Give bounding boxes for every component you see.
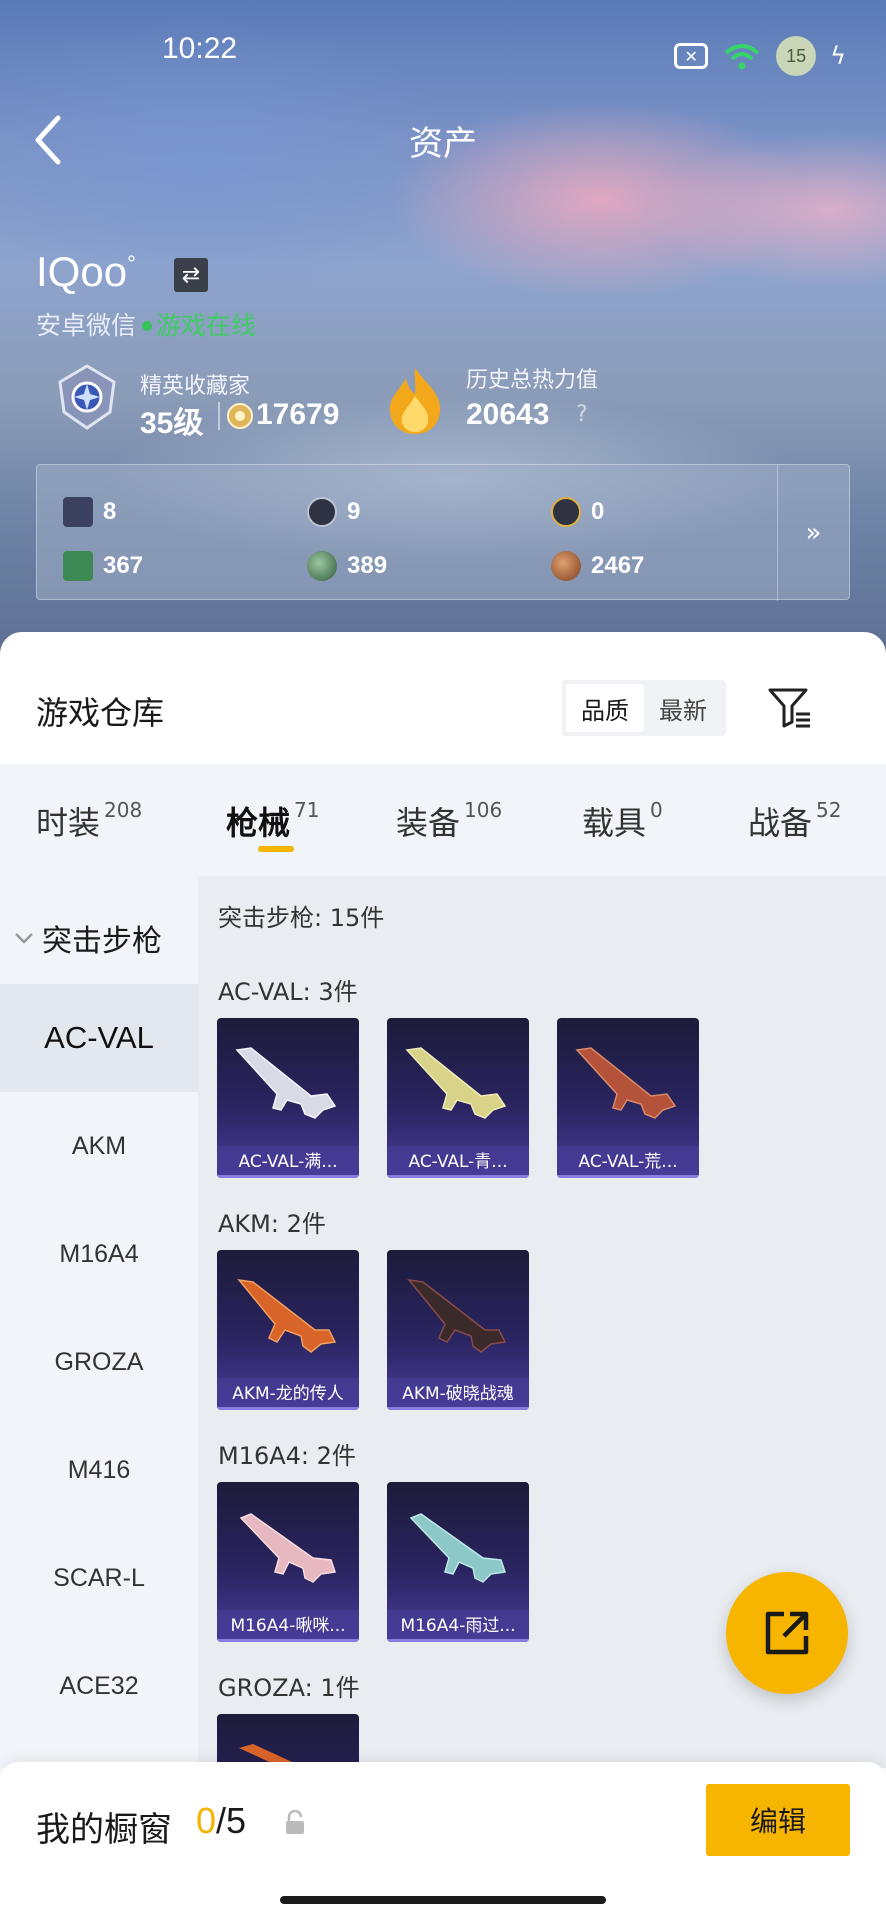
share-button[interactable] <box>726 1572 848 1694</box>
collector-badge-icon <box>58 364 116 430</box>
sort-latest[interactable]: 最新 <box>644 684 722 732</box>
sidebar-item-ac-val[interactable]: AC-VAL <box>0 984 198 1092</box>
weapon-name: AKM-龙的传人 <box>217 1378 359 1410</box>
active-tab-indicator <box>258 846 294 852</box>
status-time: 10:22 <box>162 32 238 65</box>
category-tabs: 时装 208 枪械 71 装备 106 载具 0 战备 52 <box>0 764 886 876</box>
sidebar-item-groza[interactable]: GROZA <box>0 1308 198 1416</box>
asset-item: 9 <box>307 497 360 527</box>
username: IQoo° <box>36 248 136 295</box>
weapon-sidebar: 突击步枪 AC-VAL AKM M16A4 GROZA M416 SCAR-L … <box>0 876 198 1768</box>
rifle-icon <box>409 1513 506 1583</box>
weapon-tile[interactable]: M16A4-雨过... <box>387 1482 529 1642</box>
weapon-tile[interactable]: AC-VAL-满... <box>217 1018 359 1178</box>
weapon-name: AC-VAL-满... <box>217 1146 359 1178</box>
help-icon[interactable]: ? <box>576 402 588 427</box>
rifle-icon <box>407 1278 507 1353</box>
showcase-count: 0/5 <box>196 1800 247 1841</box>
weapon-name: AC-VAL-荒... <box>557 1146 699 1178</box>
more-assets-button[interactable]: » <box>777 465 849 601</box>
page-title: 资产 <box>409 124 477 164</box>
asset-item: 8 <box>63 497 116 527</box>
warehouse-title: 游戏仓库 <box>36 694 165 732</box>
showcase-title: 我的橱窗 <box>36 1810 172 1850</box>
no-sim-icon: ✕ <box>674 43 709 69</box>
rifle-icon <box>235 1047 337 1119</box>
rifle-icon <box>405 1047 507 1119</box>
weapon-tile[interactable]: M16A4-啾咪... <box>217 1482 359 1642</box>
rifle-icon <box>575 1047 677 1119</box>
rank-title: 精英收藏家 <box>140 374 251 399</box>
sidebar-item-akm[interactable]: AKM <box>0 1092 198 1200</box>
section-title: AKM: 2件 <box>218 1210 326 1238</box>
online-status: 游戏在线 <box>156 311 257 340</box>
battery-icon: 15 <box>776 36 817 76</box>
sort-quality[interactable]: 品质 <box>566 684 644 732</box>
online-dot-icon <box>142 320 153 331</box>
warehouse-sheet: 游戏仓库 品质 最新 时装 208 枪械 71 装备 106 载具 0 战备 52 突击步… <box>0 632 886 1920</box>
green-card-icon <box>63 551 93 581</box>
coin-count: 17679 <box>256 398 340 431</box>
weapon-name: M16A4-啾咪... <box>217 1610 359 1642</box>
switch-account-icon[interactable]: ⇄ <box>174 258 208 292</box>
status-icons: ✕ 15 ϟ <box>674 36 846 76</box>
tab-supplies[interactable]: 战备 52 <box>748 798 841 844</box>
rank-level: 35级 <box>140 407 204 440</box>
wifi-icon <box>724 44 760 70</box>
weapon-tile[interactable]: AKM-破晓战魂 <box>387 1250 529 1410</box>
sidebar-group-assault-rifles[interactable]: 突击步枪 <box>14 916 162 960</box>
asset-summary-panel[interactable]: 8 9 0 367 389 2467 » <box>36 464 850 601</box>
rifle-icon <box>237 1278 337 1353</box>
charging-icon: ϟ <box>830 42 846 70</box>
bronze-coin-icon <box>551 551 581 581</box>
category-summary: 突击步枪: 15件 <box>218 904 385 932</box>
sidebar-item-scar-l[interactable]: SCAR-L <box>0 1524 198 1632</box>
tab-equipment[interactable]: 装备 106 <box>396 798 502 844</box>
weapon-name: AC-VAL-青... <box>387 1146 529 1178</box>
home-indicator <box>280 1896 606 1904</box>
gold-coin-icon <box>551 497 581 527</box>
asset-item: 0 <box>551 497 604 527</box>
tab-fashion[interactable]: 时装 208 <box>36 798 142 844</box>
sort-toggle: 品质 最新 <box>562 680 726 736</box>
weapon-name: AKM-破晓战魂 <box>387 1378 529 1410</box>
sidebar-item-m16a4[interactable]: M16A4 <box>0 1200 198 1308</box>
divider <box>218 402 220 430</box>
card-icon <box>63 497 93 527</box>
asset-item: 2467 <box>551 551 644 581</box>
section-title: GROZA: 1件 <box>218 1674 360 1702</box>
filter-icon[interactable] <box>766 684 812 730</box>
status-bar: 10:22 ✕ 15 ϟ <box>0 28 886 76</box>
section-title: M16A4: 2件 <box>218 1442 356 1470</box>
section-title: AC-VAL: 3件 <box>218 978 358 1006</box>
flame-icon <box>389 368 441 434</box>
weapon-tile[interactable]: AKM-龙的传人 <box>217 1250 359 1410</box>
sidebar-item-ace32[interactable]: ACE32 <box>0 1632 198 1740</box>
sidebar-item-m416[interactable]: M416 <box>0 1416 198 1524</box>
silver-coin-icon <box>307 497 337 527</box>
heat-title: 历史总热力值 <box>466 368 599 393</box>
tab-vehicles[interactable]: 载具 0 <box>582 798 663 844</box>
platform-label: 安卓微信 <box>36 311 137 340</box>
asset-item: 389 <box>307 551 387 581</box>
heat-value: 20643 <box>466 398 550 431</box>
edit-button[interactable]: 编辑 <box>706 1784 850 1856</box>
share-icon <box>765 1611 809 1655</box>
weapon-tile[interactable]: AC-VAL-荒... <box>557 1018 699 1178</box>
tab-firearms[interactable]: 枪械 71 <box>226 798 319 844</box>
weapon-name: M16A4-雨过... <box>387 1610 529 1642</box>
chevron-down-icon <box>15 933 33 944</box>
rifle-icon <box>239 1513 336 1583</box>
asset-item: 367 <box>63 551 143 581</box>
weapon-tile[interactable]: AC-VAL-青... <box>387 1018 529 1178</box>
green-orb-icon <box>307 551 337 581</box>
platform-status: 安卓微信 游戏在线 <box>36 306 256 342</box>
profile-header: 10:22 ✕ 15 ϟ 资产 IQoo° ⇄ 安卓微信 游戏在线 精英收藏家 3… <box>0 0 886 660</box>
weapon-tile[interactable] <box>217 1714 359 1768</box>
lock-icon <box>286 1810 304 1834</box>
coin-icon <box>227 403 253 429</box>
